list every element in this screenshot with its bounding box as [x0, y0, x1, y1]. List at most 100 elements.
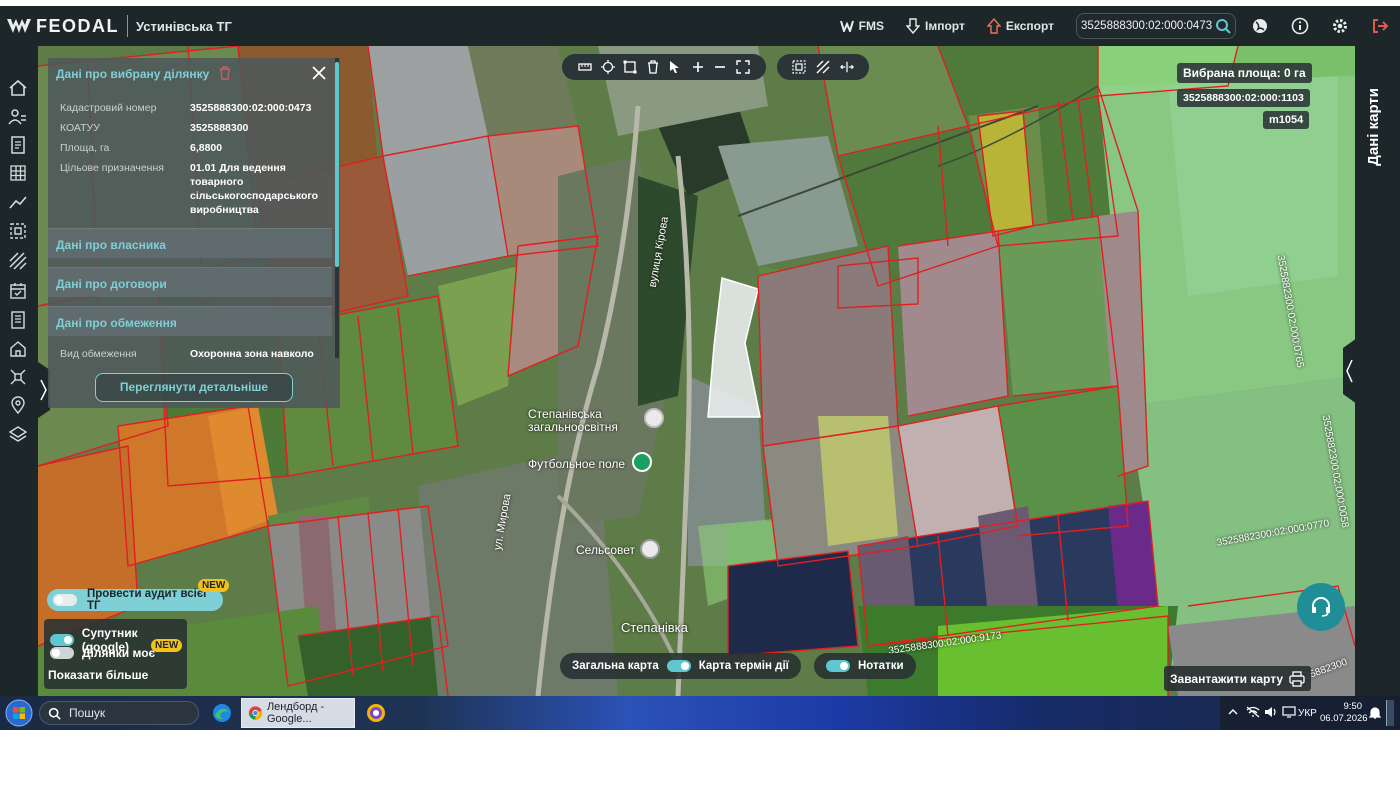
taskbar-search-input[interactable]: Пошук [39, 701, 199, 725]
layers-panel: Супутник (google) Ділянки моє Показати б… [44, 619, 187, 689]
globe-button[interactable] [1250, 16, 1270, 36]
community-name[interactable]: Устинівська ТГ [136, 19, 232, 34]
sidebar-item-home[interactable] [7, 77, 29, 99]
zoom-out-tool[interactable] [713, 60, 727, 74]
clock[interactable]: 9:50 06.07.2026 [1320, 701, 1368, 725]
sidebar-item-analytics[interactable] [7, 191, 29, 213]
parcel-tag[interactable]: 3525888300:02:000:1103 [1177, 89, 1310, 107]
parcel-info-panel: Дані про вибрану ділянку Кадастровий ном… [48, 58, 340, 408]
support-button[interactable] [1297, 583, 1345, 631]
sidebar-item-hatch[interactable] [7, 250, 29, 272]
term-map-label[interactable]: Карта термін дії [699, 660, 789, 672]
taskbar-app-title: Лендборд - Google... [266, 701, 325, 725]
audit-toggle-button[interactable]: Провести аудит всієї ТГ [47, 588, 223, 612]
chrome-icon [248, 706, 263, 720]
home-icon [9, 79, 27, 96]
general-map-label[interactable]: Загальна карта [572, 660, 659, 672]
audit-switch[interactable] [53, 594, 77, 606]
sidebar-item-grid[interactable] [7, 162, 29, 184]
attribute-value: 6,8800 [190, 142, 223, 154]
settings-button[interactable] [1330, 16, 1350, 36]
notification-bell-icon[interactable] [1369, 706, 1381, 720]
notes-toggle[interactable] [826, 660, 850, 672]
sidebar-item-layers[interactable] [7, 423, 29, 445]
show-more-link[interactable]: Показати більше [48, 668, 148, 682]
scrollbar-thumb[interactable] [335, 62, 339, 267]
sidebar-item-users[interactable] [7, 106, 29, 128]
hatch-tool-icon [816, 60, 830, 74]
attribute-key: Цільове призначення [60, 162, 164, 174]
info-button[interactable] [1290, 16, 1310, 36]
moe-layer-row[interactable]: Ділянки моє [50, 646, 155, 660]
sidebar-item-reports[interactable] [7, 309, 29, 331]
panel-scrollbar[interactable] [335, 58, 339, 358]
restriction-value: Охоронна зона навколо [190, 348, 314, 360]
feodal-logo-icon [7, 19, 31, 33]
moe-switch[interactable] [50, 647, 74, 659]
sidebar-item-buildings[interactable] [7, 338, 29, 360]
ruler-tool[interactable] [578, 60, 592, 74]
logo[interactable]: FEODAL [6, 16, 119, 37]
edge-browser-icon[interactable] [211, 702, 233, 724]
restrictions-section[interactable]: Дані про обмеження [48, 306, 332, 336]
start-button[interactable] [4, 698, 34, 728]
close-icon[interactable] [310, 64, 328, 82]
locate-tool[interactable] [600, 60, 615, 74]
view-details-button[interactable]: Переглянути детальніше [95, 373, 293, 402]
language-indicator[interactable]: УКР [1298, 708, 1317, 719]
sidebar-item-documents[interactable] [7, 134, 29, 156]
map-mode-toggle[interactable] [666, 660, 691, 672]
owner-section[interactable]: Дані про власника [48, 228, 332, 258]
taskbar-chrome-window[interactable]: Лендборд - Google... [241, 698, 355, 728]
export-button[interactable]: Експорт [986, 18, 1054, 34]
zoom-in-tool[interactable] [691, 60, 705, 74]
cadastral-search-input[interactable]: 3525888300:02:000:0473 [1076, 13, 1236, 39]
attribute-row: КОАТУУ 3525888300 [60, 121, 330, 135]
fms-button[interactable]: FMS [839, 19, 884, 33]
network-off-icon[interactable] [1246, 706, 1260, 718]
select-box-tool[interactable] [792, 60, 806, 74]
sidebar-item-select-area[interactable] [7, 220, 29, 242]
football-label: Футбольное поле [528, 457, 626, 471]
volume-icon[interactable] [1264, 706, 1278, 718]
globe-icon [1253, 19, 1267, 33]
left-sidebar [0, 46, 38, 696]
download-label: Завантажити карту [1170, 671, 1284, 686]
attribute-key: Кадастровий номер [60, 102, 157, 114]
logout-button[interactable] [1370, 16, 1390, 36]
sidebar-item-location[interactable] [7, 394, 29, 416]
logo-text: FEODAL [36, 15, 119, 36]
import-button[interactable]: Імпорт [906, 18, 965, 34]
report-icon [11, 311, 25, 329]
trash-icon[interactable] [219, 66, 231, 80]
satellite-switch[interactable] [50, 634, 74, 646]
fullscreen-icon [736, 60, 750, 74]
polygon-tool[interactable] [623, 60, 637, 74]
expand-right-panel-button[interactable] [1343, 338, 1357, 404]
hatch-icon [9, 252, 27, 270]
map-toolbar [562, 54, 766, 80]
clock-date: 06.07.2026 [1320, 713, 1368, 724]
hatch-tool[interactable] [816, 60, 830, 74]
pinned-app-icon[interactable] [365, 702, 387, 724]
os-taskbar: Пошук Лендборд - Google... УКР 9:50 06.0… [0, 696, 1400, 730]
import-arrow-icon [906, 18, 920, 34]
chevron-up-icon[interactable] [1228, 708, 1238, 716]
delete-tool[interactable] [646, 60, 660, 74]
sidebar-item-drone[interactable] [7, 366, 29, 388]
sidebar-item-calendar[interactable] [7, 280, 29, 302]
display-icon[interactable] [1282, 706, 1296, 718]
search-icon[interactable] [1215, 18, 1231, 34]
download-map-button[interactable]: Завантажити карту [1164, 666, 1312, 691]
contracts-section[interactable]: Дані про договори [48, 267, 332, 297]
map-pin-icon [11, 396, 25, 415]
m-code-tag[interactable]: m1054 [1263, 111, 1310, 129]
split-tool[interactable] [840, 60, 854, 74]
pointer-tool[interactable] [668, 60, 682, 74]
show-desktop-button[interactable] [1386, 700, 1394, 726]
map-data-title[interactable]: Дані карти [1365, 88, 1382, 166]
panel-header: Дані про вибрану ділянку [56, 66, 231, 81]
fullscreen-tool[interactable] [736, 60, 750, 74]
attribute-row: Кадастровий номер 3525888300:02:000:0473 [60, 101, 330, 115]
selected-area-tag: Вибрана площа: 0 га [1177, 63, 1312, 83]
